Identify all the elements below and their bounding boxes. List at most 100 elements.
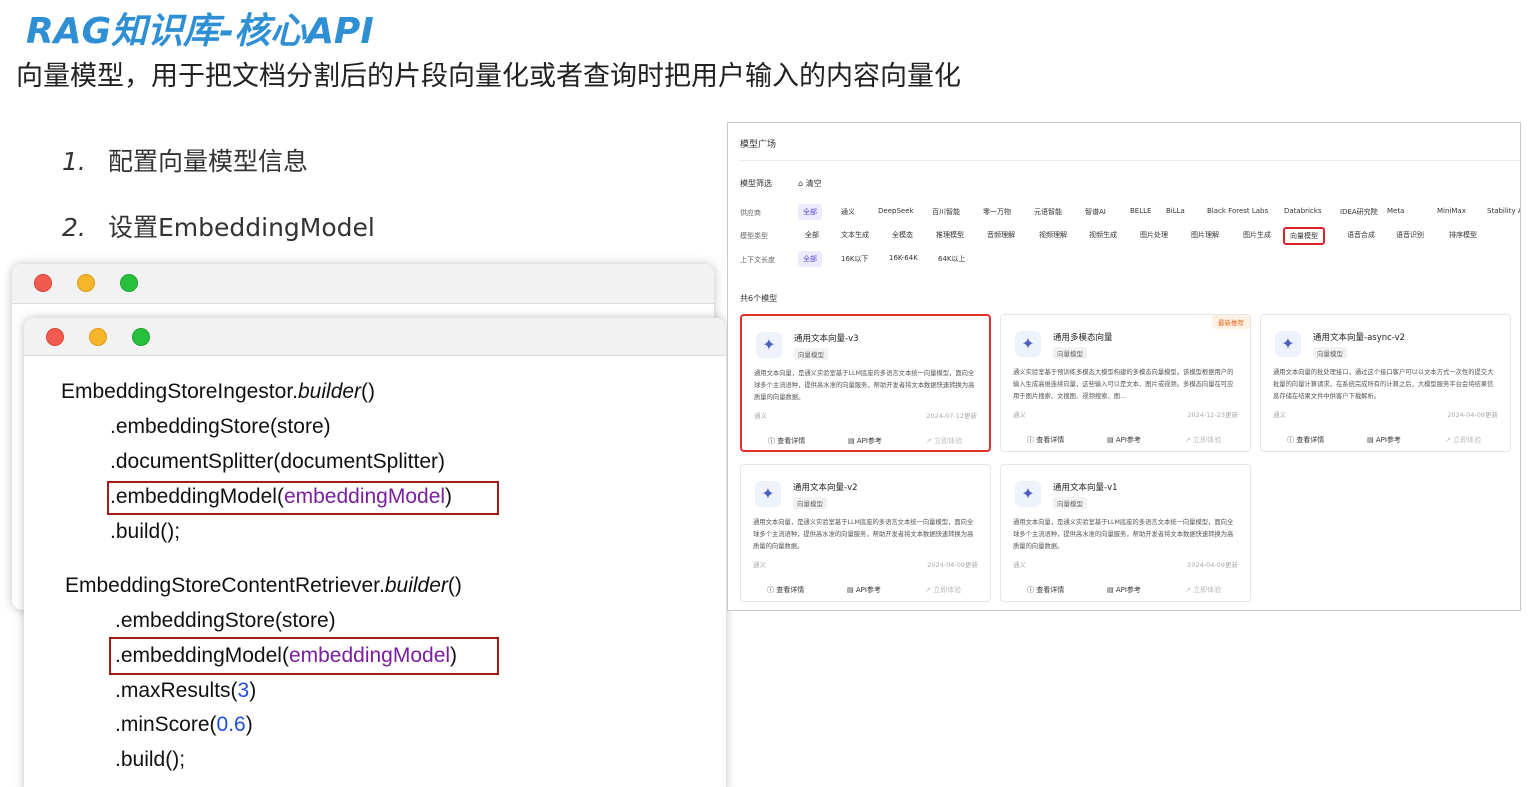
clear-button[interactable]: ⌂ 清空 <box>798 178 822 189</box>
view-details-button[interactable]: ⓘ 查看详情 <box>768 436 805 446</box>
context-chip[interactable]: 16K以下 <box>836 251 874 267</box>
provider-chip[interactable]: 零一万物 <box>978 204 1016 220</box>
provider-chip[interactable]: 百川智能 <box>927 204 965 220</box>
api-reference-button[interactable]: ▤ API参考 <box>847 585 881 595</box>
type-chip[interactable]: 推理模型 <box>931 227 969 243</box>
tongyi-logo-icon: ✦ <box>1015 331 1041 357</box>
model-vendor: 通义 <box>754 412 767 420</box>
model-description: 通用文本向量，是通义实验室基于LLM底座的多语言文本统一向量模型，面向全球多个主… <box>754 370 975 401</box>
tongyi-logo-icon: ✦ <box>756 332 782 358</box>
step-2: 2. 设置EmbeddingModel <box>62 208 375 244</box>
model-square-panel: 模型广场 模型筛选 ⌂ 清空 供应商 全部 通义 DeepSeek 百川智能 零一万物元… <box>727 122 1521 611</box>
recommended-badge: 最新推荐 <box>1212 315 1250 329</box>
provider-chip[interactable]: 通义 <box>836 204 860 220</box>
view-details-button[interactable]: ⓘ 查看详情 <box>1027 435 1064 445</box>
type-chip[interactable]: 图片理解 <box>1186 227 1224 243</box>
type-chip[interactable]: 视频生成 <box>1084 227 1122 243</box>
model-type-tag: 向量模型 <box>794 348 828 360</box>
try-now-button[interactable]: ↗ 立即体验 <box>1445 435 1481 445</box>
try-now-button[interactable]: ↗ 立即体验 <box>1185 435 1221 445</box>
model-count: 共6个模型 <box>740 294 778 303</box>
model-type-tag: 向量模型 <box>793 497 827 509</box>
arrow-up-right-icon: ↗ <box>1445 436 1451 444</box>
doc-icon: ▤ <box>847 586 854 594</box>
model-name: 通用文本向量-v3 <box>794 334 859 344</box>
minimize-dot-icon[interactable] <box>89 328 107 346</box>
type-chip[interactable]: 向量模型 <box>1283 227 1325 245</box>
model-type-tag: 向量模型 <box>1313 347 1347 359</box>
api-reference-button[interactable]: ▤ API参考 <box>1367 435 1401 445</box>
step-text: 配置向量模型信息 <box>108 147 309 176</box>
tongyi-logo-icon: ✦ <box>1015 481 1041 507</box>
code-line: EmbeddingStoreIngestor.builder() <box>61 380 376 403</box>
model-description: 通用文本向量，是通义实验室基于LLM底座的多语言文本统一向量模型，面向全球多个主… <box>1013 519 1234 550</box>
type-chip[interactable]: 音频理解 <box>982 227 1020 243</box>
try-now-button[interactable]: ↗ 立即体验 <box>1185 585 1221 595</box>
view-details-button[interactable]: ⓘ 查看详情 <box>1027 585 1064 595</box>
provider-chip[interactable]: 智谱AI <box>1080 204 1111 220</box>
code-line: .embeddingStore(store) <box>115 609 336 632</box>
window-titlebar <box>12 264 714 304</box>
close-dot-icon[interactable] <box>34 274 52 292</box>
tongyi-logo-icon: ✦ <box>755 481 781 507</box>
provider-chip[interactable]: Black Forest Labs <box>1202 204 1273 218</box>
provider-chip[interactable]: Databricks <box>1279 204 1327 218</box>
model-card[interactable]: ✦ 通用文本向量-async-v2 向量模型 通用文本向量的批处理接口，通过这个接口客… <box>1260 314 1511 452</box>
model-description: 通用文本向量的批处理接口，通过这个接口客户可以以文本方式一次性的提交大批量的向量… <box>1273 369 1494 400</box>
close-dot-icon[interactable] <box>46 328 64 346</box>
arrow-up-right-icon: ↗ <box>926 437 932 445</box>
type-chip[interactable]: 图片生成 <box>1238 227 1276 243</box>
provider-chip[interactable]: BiLLa <box>1161 204 1190 218</box>
code-line: .embeddingModel(embeddingModel) <box>115 644 458 667</box>
arrow-up-right-icon: ↗ <box>1185 436 1191 444</box>
model-name: 通用多模态向量 <box>1053 333 1113 343</box>
maximize-dot-icon[interactable] <box>120 274 138 292</box>
provider-chip[interactable]: Stability AI <box>1482 204 1520 218</box>
type-chip[interactable]: 文本生成 <box>836 227 874 243</box>
api-reference-button[interactable]: ▤ API参考 <box>1107 585 1141 595</box>
model-card[interactable]: ✦ 通用多模态向量 向量模型 通义实验室基于预训练多模态大模型构建的多模态向量模型。该… <box>1000 314 1251 452</box>
slide-title: RAG知识库-核心API <box>26 11 374 52</box>
doc-icon: ▤ <box>848 437 855 445</box>
type-chip[interactable]: 全部 <box>800 227 824 243</box>
provider-chip[interactable]: BELLE <box>1125 204 1156 218</box>
model-card[interactable]: ✦ 通用文本向量-v2 向量模型 通用文本向量，是通义实验室基于LLM底座的多语言文本… <box>740 464 991 602</box>
model-updated-date: 2024-04-09更新 <box>927 561 978 569</box>
model-vendor: 通义 <box>1273 411 1286 419</box>
provider-chip[interactable]: IDEA研究院 <box>1335 204 1383 220</box>
type-chip[interactable]: 语音识别 <box>1391 227 1429 243</box>
try-now-button[interactable]: ↗ 立即体验 <box>926 436 962 446</box>
view-details-button[interactable]: ⓘ 查看详情 <box>1287 435 1324 445</box>
provider-chip[interactable]: Meta <box>1382 204 1409 218</box>
api-reference-button[interactable]: ▤ API参考 <box>848 436 882 446</box>
provider-chip[interactable]: DeepSeek <box>873 204 919 218</box>
provider-chip[interactable]: MiniMax <box>1432 204 1471 218</box>
code-line: .embeddingModel(embeddingModel) <box>110 485 453 508</box>
context-chip[interactable]: 16K-64K <box>884 251 923 265</box>
type-chip[interactable]: 语音合成 <box>1342 227 1380 243</box>
model-name: 通用文本向量-async-v2 <box>1313 333 1406 343</box>
minimize-dot-icon[interactable] <box>77 274 95 292</box>
model-vendor: 通义 <box>753 561 766 569</box>
model-vendor: 通义 <box>1013 561 1026 569</box>
context-chip[interactable]: 全部 <box>798 251 822 267</box>
maximize-dot-icon[interactable] <box>132 328 150 346</box>
type-chip[interactable]: 全模态 <box>887 227 918 243</box>
type-chip[interactable]: 排序模型 <box>1444 227 1482 243</box>
info-icon: ⓘ <box>1287 436 1294 444</box>
provider-chip[interactable]: 全部 <box>798 204 822 220</box>
model-updated-date: 2024-12-23更新 <box>1187 411 1238 419</box>
model-card[interactable]: ✦ 通用文本向量-v1 向量模型 通用文本向量，是通义实验室基于LLM底座的多语言文本… <box>1000 464 1251 602</box>
view-details-button[interactable]: ⓘ 查看详情 <box>767 585 804 595</box>
provider-chip[interactable]: 元语智能 <box>1029 204 1067 220</box>
context-chip[interactable]: 64K以上 <box>933 251 971 267</box>
type-chip[interactable]: 视频理解 <box>1034 227 1072 243</box>
model-card[interactable]: ✦ 通用文本向量-v3 向量模型通用文本向量，是通义实验室基于LLM底座的多语言文本… <box>740 314 991 452</box>
code-line: .embeddingStore(store) <box>110 415 331 438</box>
model-name: 通用文本向量-v1 <box>1053 483 1118 493</box>
try-now-button[interactable]: ↗ 立即体验 <box>925 585 961 595</box>
type-chip[interactable]: 图片处理 <box>1135 227 1173 243</box>
info-icon: ⓘ <box>768 437 775 445</box>
code-line: .build(); <box>110 520 181 543</box>
api-reference-button[interactable]: ▤ API参考 <box>1107 435 1141 445</box>
